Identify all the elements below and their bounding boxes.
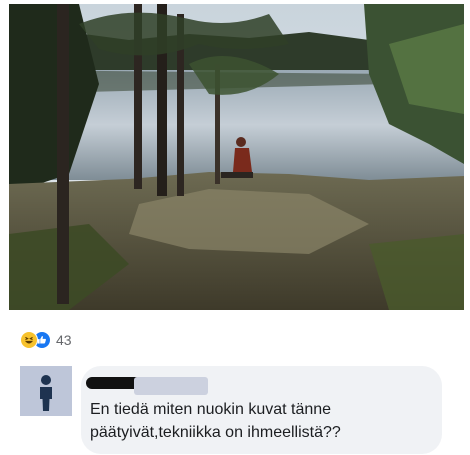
post-photo[interactable] — [9, 4, 464, 310]
default-person-icon — [40, 375, 52, 411]
author-name-blur[interactable] — [134, 377, 208, 395]
lake-photo — [9, 4, 464, 310]
avatar[interactable] — [20, 366, 72, 416]
haha-icon — [20, 331, 38, 349]
comment-text: En tiedä miten nuokin kuvat tänne päätyi… — [90, 401, 341, 441]
reaction-count: 43 — [56, 332, 72, 348]
reaction-summary[interactable]: 43 — [20, 330, 72, 350]
